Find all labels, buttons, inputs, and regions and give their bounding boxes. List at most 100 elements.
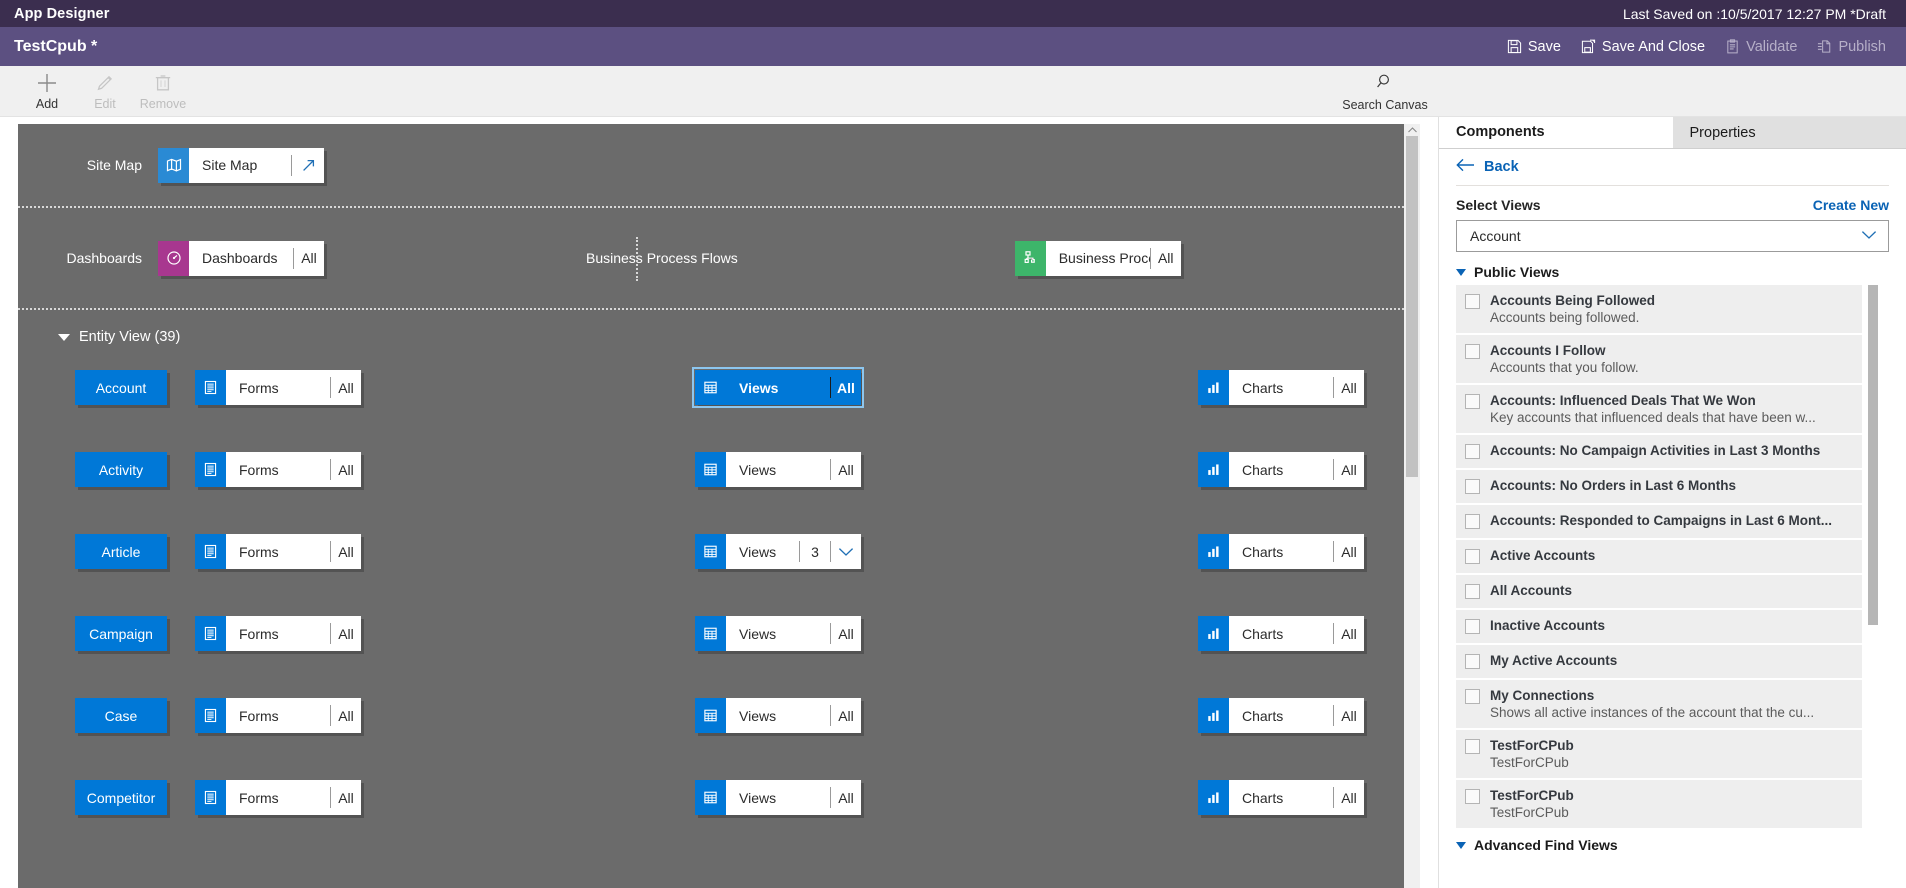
entity-chip[interactable]: Account xyxy=(75,370,167,405)
view-checkbox[interactable] xyxy=(1465,394,1480,409)
entity-select-dropdown[interactable]: Account xyxy=(1456,220,1889,252)
charts-column: Charts All xyxy=(1198,452,1403,487)
save-and-close-button[interactable]: Save And Close xyxy=(1581,39,1705,55)
list-item[interactable]: My Active Accounts xyxy=(1456,645,1862,680)
view-checkbox[interactable] xyxy=(1465,654,1480,669)
view-checkbox[interactable] xyxy=(1465,619,1480,634)
views-list-scrollbar[interactable] xyxy=(1868,285,1878,755)
view-checkbox[interactable] xyxy=(1465,514,1480,529)
views-group-header[interactable]: Public Views xyxy=(1439,261,1906,283)
bpf-tile[interactable]: Business Proces... All xyxy=(1014,240,1181,276)
remove-button[interactable]: Remove xyxy=(134,66,192,111)
forms-tile[interactable]: Forms All xyxy=(195,452,361,487)
views-list-scroll-thumb[interactable] xyxy=(1868,285,1878,625)
entity-view-header[interactable]: Entity View (39) xyxy=(18,324,1404,350)
entity-chip[interactable]: Case xyxy=(75,698,167,733)
charts-tile[interactable]: Charts All xyxy=(1198,780,1364,815)
charts-tile[interactable]: Charts All xyxy=(1198,452,1364,487)
forms-tile[interactable]: Forms All xyxy=(195,370,361,405)
views-tile[interactable]: Views 3 xyxy=(695,534,861,569)
forms-tile[interactable]: Forms All xyxy=(195,780,361,815)
views-tile-label: Views xyxy=(739,789,777,806)
list-item[interactable]: My Connections Shows all active instances… xyxy=(1456,680,1862,730)
view-checkbox[interactable] xyxy=(1465,549,1480,564)
charts-tile[interactable]: Charts All xyxy=(1198,370,1364,405)
forms-tile-count: All xyxy=(338,379,354,396)
list-item[interactable]: Inactive Accounts xyxy=(1456,610,1862,645)
tab-components[interactable]: Components xyxy=(1439,117,1673,148)
list-item-text: Accounts Being Followed Accounts being fo… xyxy=(1490,292,1655,326)
edit-button[interactable]: Edit xyxy=(76,66,134,111)
entity-chip[interactable]: Campaign xyxy=(75,616,167,651)
views-tile[interactable]: Views All xyxy=(695,698,861,733)
views-group-title: Public Views xyxy=(1474,264,1560,280)
views-tile[interactable]: Views All xyxy=(695,780,861,815)
views-group-header[interactable]: Advanced Find Views xyxy=(1439,834,1906,856)
views-tile[interactable]: Views All xyxy=(692,367,864,408)
views-tile[interactable]: Views All xyxy=(695,452,861,487)
dashboards-tile[interactable]: Dashboards All xyxy=(158,240,324,276)
entity-chip[interactable]: Competitor xyxy=(75,780,167,815)
search-canvas-button[interactable]: Search Canvas xyxy=(1330,66,1440,112)
list-item[interactable]: Accounts: Responded to Campaigns in Last… xyxy=(1456,505,1862,540)
entity-row: Campaign Forms All Views All Charts All xyxy=(18,596,1404,678)
dashboards-tile-label: Dashboards xyxy=(202,250,278,266)
view-checkbox[interactable] xyxy=(1465,584,1480,599)
ribbon-button-group: Add Edit Remove xyxy=(18,66,192,117)
charts-tile-count: All xyxy=(1341,379,1357,396)
list-item[interactable]: TestForCPub TestForCPub xyxy=(1456,780,1862,830)
view-name: Accounts: No Orders in Last 6 Months xyxy=(1490,478,1737,493)
views-icon xyxy=(695,780,726,815)
scroll-up-icon[interactable] xyxy=(1404,124,1420,136)
view-checkbox[interactable] xyxy=(1465,479,1480,494)
entity-row: Article Forms All Views 3 Charts All xyxy=(18,514,1404,596)
view-description: TestForCPub xyxy=(1490,805,1569,820)
view-checkbox[interactable] xyxy=(1465,789,1480,804)
list-item[interactable]: All Accounts xyxy=(1456,575,1862,610)
open-designer-icon[interactable] xyxy=(292,148,324,183)
views-tile-label: Views xyxy=(739,461,777,478)
charts-column: Charts All xyxy=(1198,698,1403,733)
forms-tile[interactable]: Forms All xyxy=(195,616,361,651)
forms-tile[interactable]: Forms All xyxy=(195,698,361,733)
back-button[interactable]: Back xyxy=(1439,149,1906,185)
list-item[interactable]: Accounts: Influenced Deals That We Won Ke… xyxy=(1456,385,1862,435)
entity-chip[interactable]: Article xyxy=(75,534,167,569)
entity-chip[interactable]: Activity xyxy=(75,452,167,487)
views-tile-label: Views xyxy=(739,707,777,724)
list-item[interactable]: Accounts Being Followed Accounts being fo… xyxy=(1456,285,1862,335)
view-checkbox[interactable] xyxy=(1465,739,1480,754)
view-checkbox[interactable] xyxy=(1465,294,1480,309)
canvas-scrollbar[interactable] xyxy=(1404,124,1420,888)
forms-icon xyxy=(195,370,226,405)
validate-button[interactable]: Validate xyxy=(1725,39,1797,55)
save-button[interactable]: Save xyxy=(1507,39,1561,55)
view-checkbox[interactable] xyxy=(1465,344,1480,359)
add-button[interactable]: Add xyxy=(18,66,76,111)
views-tile[interactable]: Views All xyxy=(695,616,861,651)
views-column: Views All xyxy=(695,698,900,733)
list-item[interactable]: Active Accounts xyxy=(1456,540,1862,575)
tab-properties[interactable]: Properties xyxy=(1672,117,1906,148)
save-and-close-label: Save And Close xyxy=(1601,38,1706,55)
view-checkbox[interactable] xyxy=(1465,689,1480,704)
entity-row: Case Forms All Views All Charts All xyxy=(18,678,1404,760)
create-new-link[interactable]: Create New xyxy=(1813,197,1889,213)
forms-icon xyxy=(195,780,226,815)
app-title: App Designer xyxy=(14,5,110,22)
canvas-scroll-thumb[interactable] xyxy=(1406,136,1418,477)
view-checkbox[interactable] xyxy=(1465,444,1480,459)
publish-button[interactable]: Publish xyxy=(1817,39,1886,55)
list-item[interactable]: Accounts: No Campaign Activities in Last… xyxy=(1456,435,1862,470)
charts-tile[interactable]: Charts All xyxy=(1198,534,1364,569)
view-name: TestForCPub xyxy=(1490,788,1574,803)
chevron-down-icon[interactable] xyxy=(831,534,861,569)
view-name: TestForCPub xyxy=(1490,738,1574,753)
list-item[interactable]: TestForCPub TestForCPub xyxy=(1456,730,1862,780)
forms-tile[interactable]: Forms All xyxy=(195,534,361,569)
sitemap-tile[interactable]: Site Map xyxy=(158,147,324,183)
list-item[interactable]: Accounts: No Orders in Last 6 Months xyxy=(1456,470,1862,505)
charts-tile[interactable]: Charts All xyxy=(1198,698,1364,733)
charts-tile[interactable]: Charts All xyxy=(1198,616,1364,651)
list-item[interactable]: Accounts I Follow Accounts that you follo… xyxy=(1456,335,1862,385)
